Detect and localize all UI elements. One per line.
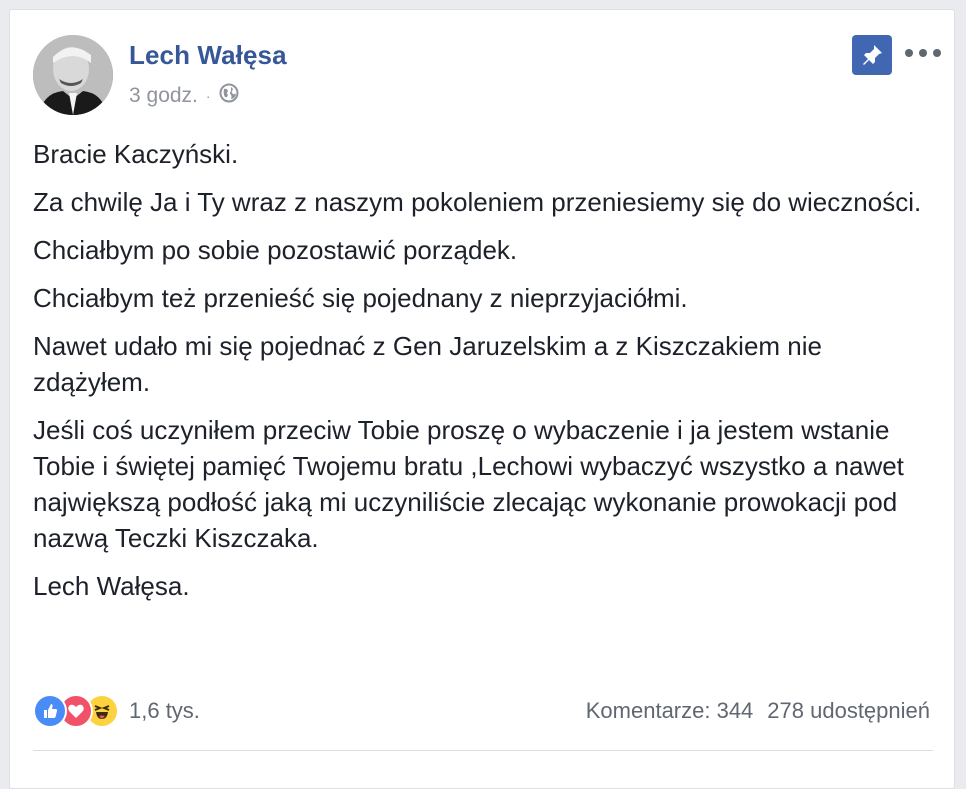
post-card: Lech Wałęsa 3 godz. · Bracie Kaczyński. … [9, 9, 955, 789]
post-paragraph: Chciałbym też przenieść się pojednany z … [33, 283, 688, 313]
more-dot [905, 49, 913, 57]
avatar-portrait [33, 35, 113, 115]
shares-count-link[interactable]: 278 udostępnień [767, 698, 930, 724]
meta-separator: · [205, 88, 211, 104]
post-meta: 3 godz. · [129, 83, 239, 109]
comments-count-link[interactable]: Komentarze: 344 [586, 698, 754, 724]
post-paragraph: Za chwilę Ja i Ty wraz z naszym pokoleni… [33, 187, 922, 217]
post-paragraph: Jeśli coś uczyniłem przeciw Tobie proszę… [33, 415, 904, 553]
post-paragraph: Nawet udało mi się pojednać z Gen Jaruze… [33, 331, 823, 397]
footer-divider [33, 750, 933, 751]
more-dot [919, 49, 927, 57]
like-reaction-icon [33, 694, 67, 728]
author-avatar[interactable] [33, 35, 113, 115]
globe-icon[interactable] [219, 83, 239, 109]
pin-icon [863, 45, 882, 65]
post-paragraph: Chciałbym po sobie pozostawić porządek. [33, 235, 518, 265]
more-dot [933, 49, 941, 57]
post-paragraph: Lech Wałęsa. [33, 571, 190, 601]
more-options-icon[interactable] [905, 43, 941, 63]
reactions-summary[interactable]: 1,6 tys. [33, 694, 200, 728]
pin-button[interactable] [852, 35, 892, 75]
author-name-link[interactable]: Lech Wałęsa [129, 40, 287, 71]
post-timestamp[interactable]: 3 godz. [129, 84, 198, 108]
reaction-count[interactable]: 1,6 tys. [129, 698, 200, 724]
post-body: Bracie Kaczyński. Za chwilę Ja i Ty wraz… [33, 136, 923, 616]
post-paragraph: Bracie Kaczyński. [33, 139, 239, 169]
engagement-stats: Komentarze: 344 278 udostępnień [586, 698, 930, 724]
